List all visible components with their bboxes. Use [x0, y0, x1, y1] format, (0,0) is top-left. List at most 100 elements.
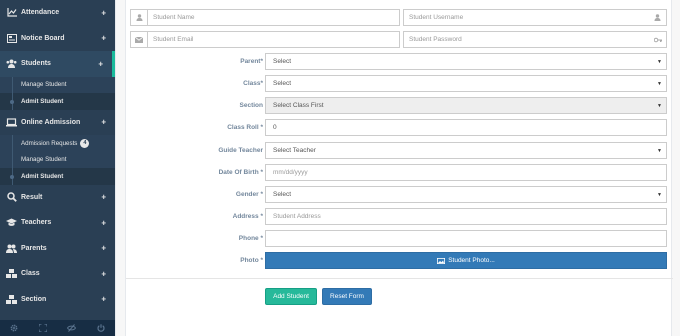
class-select-value: Select [273, 80, 292, 87]
nav-class[interactable]: Class + [0, 261, 115, 287]
expand-icon[interactable]: + [98, 59, 103, 68]
parent-select-value: Select [273, 58, 292, 65]
phone-input[interactable] [265, 230, 667, 247]
student-name-input: Student Name [153, 14, 195, 21]
add-student-button[interactable]: Add Student [265, 288, 317, 305]
section-select-value: Select Class First [273, 102, 324, 109]
parent-label: Parent* [240, 58, 263, 65]
guide-teacher-select[interactable]: Select Teacher ▼ [265, 142, 667, 159]
submenu-admit-student[interactable]: Admit Student [0, 93, 115, 110]
dob-row: Date Of Birth * mm/dd/yyyy [126, 164, 673, 181]
section-select[interactable]: Select Class First ▼ [265, 97, 667, 114]
nav-notice-board[interactable]: Notice Board + [0, 26, 115, 52]
image-icon [437, 257, 446, 264]
parent-select[interactable]: Select ▼ [265, 53, 667, 70]
expand-icon[interactable]: + [101, 218, 106, 227]
nav-online-admission[interactable]: Online Admission + [0, 110, 115, 136]
submenu-manage-student[interactable]: Manage Student [0, 76, 115, 94]
class-roll-input[interactable]: 0 [265, 119, 667, 136]
phone-label: Phone * [238, 235, 263, 242]
address-input[interactable]: Student Address [265, 208, 667, 225]
submenu-manage-student[interactable]: Manage Student [0, 151, 115, 169]
settings-icon[interactable] [0, 320, 29, 336]
student-username-field[interactable]: Student Username [403, 9, 667, 26]
nav-label: Teachers [21, 219, 52, 227]
students-submenu: Manage Student Admit Student [0, 76, 115, 110]
nav-attendance[interactable]: Attendance + [0, 0, 115, 26]
student-password-input: Student Password [409, 36, 462, 43]
nav-label: Parents [21, 244, 47, 252]
class-select[interactable]: Select ▼ [265, 75, 667, 92]
fullscreen-icon[interactable] [29, 320, 58, 336]
parent-row: Parent* Select ▼ [126, 53, 673, 70]
student-email-field[interactable]: Student Email [130, 31, 400, 48]
sidebar: Attendance + Notice Board + Students + M… [0, 0, 115, 336]
nav-teachers[interactable]: Teachers + [0, 210, 115, 236]
expand-icon[interactable]: + [101, 8, 106, 17]
caret-down-icon: ▼ [657, 80, 662, 87]
admission-submenu: Admission Requests 4 Manage Student Admi… [0, 135, 115, 185]
class-label: Class* [243, 80, 263, 87]
search-icon [6, 192, 17, 203]
gender-row: Gender * Select ▼ [126, 186, 673, 203]
expand-icon[interactable]: + [101, 118, 106, 127]
caret-down-icon: ▼ [657, 58, 662, 65]
user-icon [131, 10, 148, 25]
expand-icon[interactable]: + [101, 244, 106, 253]
cubes-icon [6, 269, 17, 279]
photo-row: Photo * Student Photo... [126, 252, 673, 269]
address-label: Address * [232, 213, 263, 220]
student-name-field[interactable]: Student Name [130, 9, 400, 26]
student-email-input: Student Email [153, 36, 194, 43]
gender-select[interactable]: Select ▼ [265, 186, 667, 203]
nav-label: Result [21, 193, 43, 201]
user-icon [649, 10, 666, 25]
graduation-cap-icon [6, 218, 17, 228]
user-group-icon [6, 243, 17, 253]
gender-select-value: Select [273, 191, 292, 198]
users-icon [6, 59, 17, 69]
phone-row: Phone * [126, 230, 673, 247]
dob-placeholder: mm/dd/yyyy [273, 169, 308, 176]
section-label: Section [239, 102, 263, 109]
power-off-icon[interactable] [86, 320, 115, 336]
nav-parents[interactable]: Parents + [0, 236, 115, 262]
main-content: Student Name Student Username Student Em… [115, 0, 680, 336]
guide-teacher-row: Guide Teacher Select Teacher ▼ [126, 142, 673, 159]
nav-result[interactable]: Result + [0, 185, 115, 211]
count-badge: 4 [80, 138, 90, 148]
nav-label: Attendance [21, 9, 60, 17]
nav-label: Notice Board [21, 34, 65, 42]
expand-icon[interactable]: + [101, 295, 106, 304]
admit-student-panel: Student Name Student Username Student Em… [125, 0, 673, 336]
address-placeholder: Student Address [273, 213, 321, 220]
laptop-icon [6, 117, 17, 127]
nav-label: Students [21, 60, 51, 68]
class-roll-row: Class Roll * 0 [126, 119, 673, 136]
photo-label: Photo * [240, 257, 263, 264]
caret-down-icon: ▼ [657, 191, 662, 198]
expand-icon[interactable]: + [101, 34, 106, 43]
dob-label: Date Of Birth * [218, 169, 263, 176]
student-password-field[interactable]: Student Password [403, 31, 667, 48]
expand-icon[interactable]: + [101, 193, 106, 202]
submenu-admit-student[interactable]: Admit Student [0, 168, 115, 185]
student-photo-button[interactable]: Student Photo... [265, 252, 667, 269]
reset-form-button[interactable]: Reset Form [322, 288, 372, 305]
class-row: Class* Select ▼ [126, 75, 673, 92]
nav-section[interactable]: Section + [0, 287, 115, 313]
form-divider [126, 278, 673, 279]
cubes-icon [6, 294, 17, 304]
expand-icon[interactable]: + [101, 269, 106, 278]
guide-teacher-value: Select Teacher [273, 147, 316, 154]
envelope-icon [131, 32, 148, 47]
eye-slash-icon[interactable] [58, 320, 87, 336]
submenu-admission-requests[interactable]: Admission Requests 4 [0, 135, 115, 152]
nav-students[interactable]: Students + [0, 51, 115, 77]
chart-icon [6, 8, 17, 18]
caret-down-icon: ▼ [657, 102, 662, 109]
gender-label: Gender * [235, 191, 263, 198]
nav-label: Class [21, 270, 40, 278]
student-username-input: Student Username [409, 14, 464, 21]
dob-input[interactable]: mm/dd/yyyy [265, 164, 667, 181]
